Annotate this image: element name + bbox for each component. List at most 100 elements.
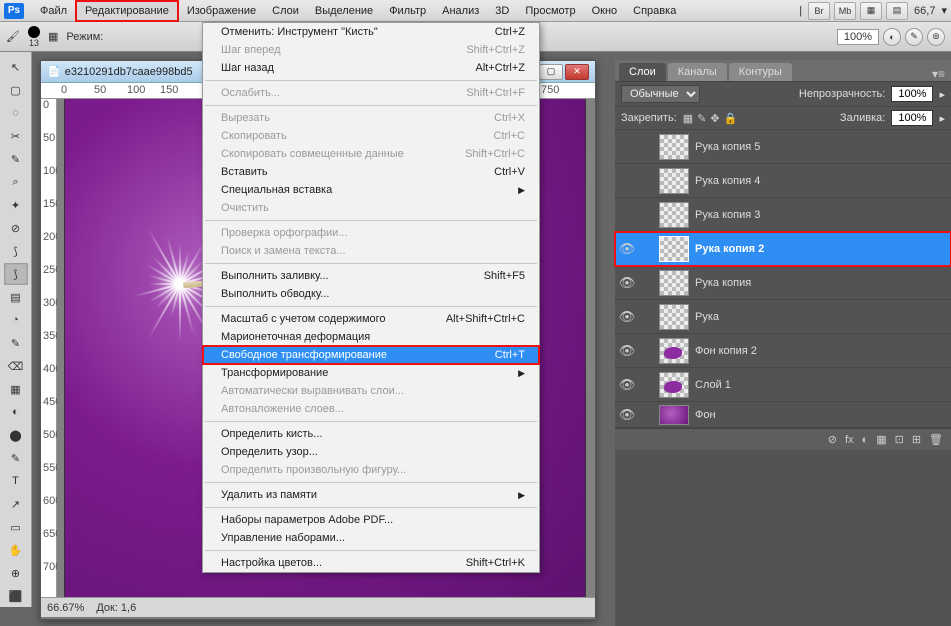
layer-thumbnail[interactable] [659, 168, 689, 194]
visibility-toggle[interactable]: 👁 [615, 343, 639, 359]
zoom-field[interactable]: 100% [837, 29, 879, 45]
tool-18[interactable]: T [4, 470, 28, 492]
menu-item[interactable]: Масштаб с учетом содержимогоAlt+Shift+Ct… [203, 310, 539, 328]
menu-анализ[interactable]: Анализ [434, 2, 487, 20]
menu-item[interactable]: ВставитьCtrl+V [203, 163, 539, 181]
layer-row[interactable]: 👁Фон копия 2 [615, 334, 951, 368]
layer-name[interactable]: Рука копия [695, 277, 751, 289]
menu-item[interactable]: Удалить из памяти▶ [203, 486, 539, 504]
tool-5[interactable]: ⌕ [4, 171, 28, 193]
menu-item[interactable]: Отменить: Инструмент "Кисть"Ctrl+Z [203, 23, 539, 41]
tool-19[interactable]: ↗ [4, 493, 28, 515]
menu-item[interactable]: Марионеточная деформация [203, 328, 539, 346]
tool-0[interactable]: ↖ [4, 56, 28, 78]
menu-редактирование[interactable]: Редактирование [75, 0, 179, 22]
menu-item[interactable]: Шаг назадAlt+Ctrl+Z [203, 59, 539, 77]
visibility-toggle[interactable]: 👁 [615, 309, 639, 325]
layer-row[interactable]: 👁 Рука копия [615, 266, 951, 300]
tool-7[interactable]: ⊘ [4, 217, 28, 239]
tool-8[interactable]: ⟆ [4, 240, 28, 262]
layer-thumbnail[interactable] [659, 304, 689, 330]
panel-menu-icon[interactable]: ▾≡ [926, 67, 951, 81]
menu-item[interactable]: Выполнить заливку...Shift+F5 [203, 267, 539, 285]
tool-13[interactable]: ⌫ [4, 355, 28, 377]
layer-name[interactable]: Рука копия 4 [695, 175, 760, 187]
panel-tab-Каналы[interactable]: Каналы [668, 63, 727, 81]
layer-thumbnail[interactable] [659, 372, 689, 398]
visibility-toggle[interactable]: 👁 [615, 241, 639, 257]
layer-row[interactable]: 👁 Фон [615, 402, 951, 428]
tool-14[interactable]: ▦ [4, 378, 28, 400]
layer-thumbnail[interactable] [659, 134, 689, 160]
menu-выделение[interactable]: Выделение [307, 2, 381, 20]
menu-item[interactable]: Управление наборами... [203, 529, 539, 547]
tool-4[interactable]: ✎ [4, 148, 28, 170]
layer-action-icon[interactable]: fx [845, 434, 854, 446]
tool-2[interactable]: ◌ [4, 102, 28, 124]
visibility-toggle[interactable]: 👁 [615, 377, 639, 393]
menu-слои[interactable]: Слои [264, 2, 307, 20]
layer-thumbnail[interactable] [659, 338, 689, 364]
brush-preset-icon[interactable]: 🖌 [6, 30, 20, 43]
tool-3[interactable]: ✂ [4, 125, 28, 147]
tool-21[interactable]: ✋ [4, 539, 28, 561]
layer-row[interactable]: 👁 Слой 1 [615, 368, 951, 402]
layer-name[interactable]: Фон [695, 409, 716, 421]
menu-item[interactable]: Выполнить обводку... [203, 285, 539, 303]
layer-action-icon[interactable]: ◐ [862, 434, 869, 446]
menu-просмотр[interactable]: Просмотр [517, 2, 583, 20]
tool-9[interactable]: ⟆ [4, 263, 28, 285]
lock-all-icon[interactable]: 🔒 [724, 112, 738, 125]
layer-row[interactable]: 👁 Рука копия 2 [615, 232, 951, 266]
layer-name[interactable]: Рука [695, 311, 719, 323]
layer-name[interactable]: Слой 1 [695, 379, 731, 391]
menu-item[interactable]: Наборы параметров Adobe PDF... [203, 511, 539, 529]
menu-3d[interactable]: 3D [487, 2, 517, 20]
tool-1[interactable]: ▢ [4, 79, 28, 101]
workspace-button[interactable]: Br [808, 2, 830, 20]
menu-item[interactable]: Свободное трансформированиеCtrl+T [203, 346, 539, 364]
visibility-toggle[interactable]: 👁 [615, 275, 639, 291]
brush-size-preview[interactable] [28, 26, 40, 38]
tool-22[interactable]: ⊕ [4, 562, 28, 584]
menu-item[interactable]: Настройка цветов...Shift+Ctrl+K [203, 554, 539, 572]
layer-row[interactable]: Рука копия 5 [615, 130, 951, 164]
menu-фильтр[interactable]: Фильтр [381, 2, 434, 20]
lock-pixels-icon[interactable]: ▦ [683, 112, 693, 125]
menu-окно[interactable]: Окно [584, 2, 626, 20]
status-zoom[interactable]: 66.67% [47, 602, 84, 614]
layer-action-icon[interactable]: ⊘ [828, 433, 837, 446]
layer-thumbnail[interactable] [659, 405, 689, 425]
menu-item[interactable]: Трансформирование▶ [203, 364, 539, 382]
panel-tab-Слои[interactable]: Слои [619, 63, 666, 81]
layer-row[interactable]: 👁 Рука [615, 300, 951, 334]
blend-mode-select[interactable]: Обычные [621, 85, 700, 103]
layer-row[interactable]: Рука копия 4 [615, 164, 951, 198]
tool-16[interactable]: ⬤ [4, 424, 28, 446]
tool-12[interactable]: ✎ [4, 332, 28, 354]
close-button[interactable]: ✕ [565, 64, 589, 80]
workspace-button[interactable]: Mb [834, 2, 856, 20]
layer-action-icon[interactable]: 🗑 [929, 433, 943, 446]
tool-23[interactable]: ⬛ [4, 585, 28, 607]
menu-item[interactable]: Определить кисть... [203, 425, 539, 443]
chevron-down-icon[interactable]: ▸ [939, 88, 945, 101]
layer-name[interactable]: Рука копия 2 [695, 243, 764, 255]
brush-panel-icon[interactable]: ▦ [48, 30, 58, 43]
layer-row[interactable]: Рука копия 3 [615, 198, 951, 232]
menu-изображение[interactable]: Изображение [179, 2, 264, 20]
tool-11[interactable]: ◔ [4, 309, 28, 331]
fill-value[interactable]: 100% [891, 110, 933, 126]
layer-thumbnail[interactable] [659, 202, 689, 228]
panel-tab-Контуры[interactable]: Контуры [729, 63, 792, 81]
visibility-toggle[interactable]: 👁 [615, 407, 639, 423]
chevron-down-icon[interactable]: ▸ [939, 112, 945, 125]
ruler-vertical[interactable]: 0501001502002503003504004505005506006507… [41, 99, 57, 597]
opacity-value[interactable]: 100% [891, 86, 933, 102]
menu-справка[interactable]: Справка [625, 2, 684, 20]
tool-10[interactable]: ▤ [4, 286, 28, 308]
layer-action-icon[interactable]: ⊞ [912, 433, 921, 446]
menu-item[interactable]: Специальная вставка▶ [203, 181, 539, 199]
chevron-down-icon[interactable]: ▾ [941, 4, 947, 17]
tool-6[interactable]: ✦ [4, 194, 28, 216]
